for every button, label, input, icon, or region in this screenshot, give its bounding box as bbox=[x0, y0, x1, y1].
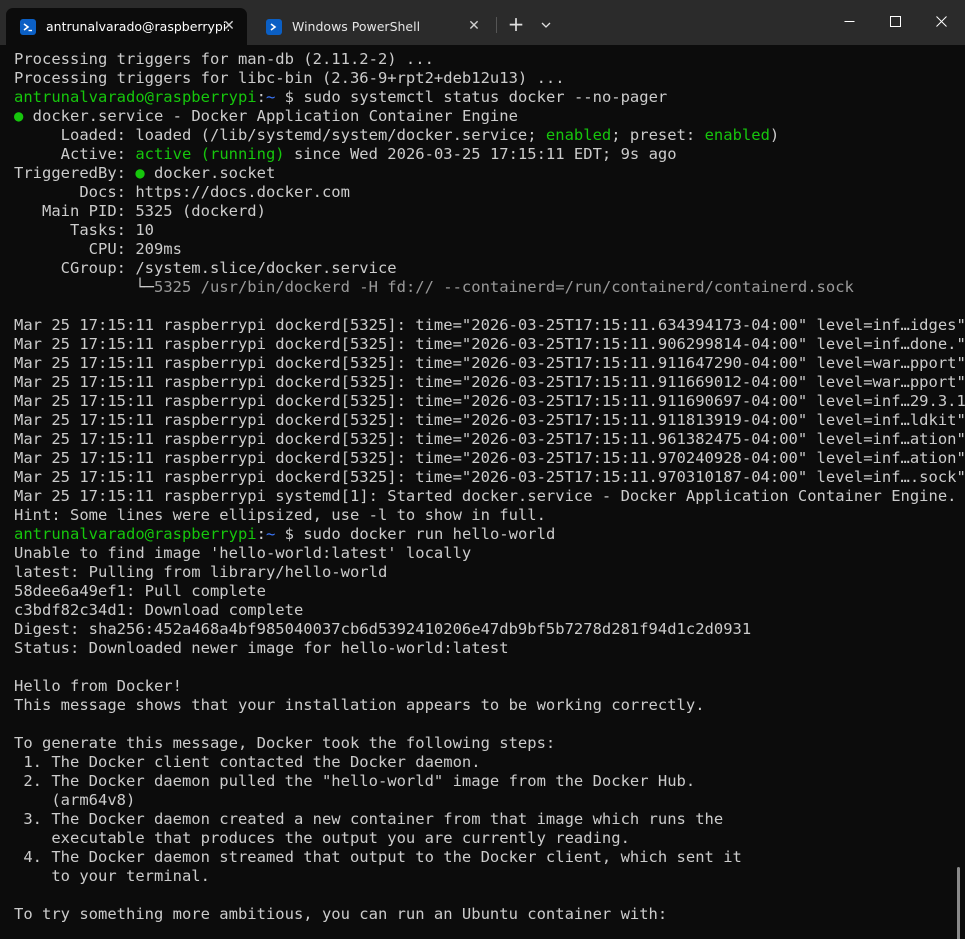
output-line: ● docker.service - Docker Application Co… bbox=[14, 107, 518, 125]
terminal-icon bbox=[20, 18, 36, 35]
close-tab-icon[interactable]: ✕ bbox=[221, 18, 237, 34]
output-line: 3. The Docker daemon created a new conta… bbox=[14, 810, 724, 828]
tab-label: Windows PowerShell bbox=[292, 19, 421, 34]
scrollbar[interactable] bbox=[957, 867, 960, 939]
log-line: Mar 25 17:15:11 raspberrypi dockerd[5325… bbox=[14, 373, 965, 391]
output-line: 2. The Docker daemon pulled the "hello-w… bbox=[14, 772, 696, 790]
chevron-down-icon bbox=[541, 22, 551, 28]
output-line: Hint: Some lines were ellipsized, use -l… bbox=[14, 506, 546, 524]
output-line: Processing triggers for man-db (2.11.2-2… bbox=[14, 50, 434, 68]
output-line: To generate this message, Docker took th… bbox=[14, 734, 556, 752]
output-line: executable that produces the output you … bbox=[14, 829, 630, 847]
output-line: c3bdf82c34d1: Download complete bbox=[14, 601, 304, 619]
log-line: Mar 25 17:15:11 raspberrypi dockerd[5325… bbox=[14, 354, 965, 372]
close-icon bbox=[935, 15, 947, 27]
tab-ubuntu-terminal[interactable]: antrunalvarado@raspberrypi: ✕ bbox=[6, 8, 247, 45]
output-line: Active: active (running) since Wed 2026-… bbox=[14, 145, 677, 163]
log-line: Mar 25 17:15:11 raspberrypi dockerd[5325… bbox=[14, 468, 965, 486]
new-tab-button[interactable]: + bbox=[503, 12, 529, 38]
output-line: This message shows that your installatio… bbox=[14, 696, 705, 714]
output-line: (arm64v8) bbox=[14, 791, 136, 809]
output-line: Status: Downloaded newer image for hello… bbox=[14, 639, 509, 657]
close-tab-icon[interactable]: ✕ bbox=[466, 18, 482, 34]
minimize-button[interactable] bbox=[826, 0, 872, 42]
status-dot-icon: ● bbox=[14, 107, 24, 125]
log-line: Mar 25 17:15:11 raspberrypi dockerd[5325… bbox=[14, 392, 965, 410]
terminal-output[interactable]: Processing triggers for man-db (2.11.2-2… bbox=[0, 45, 965, 939]
output-line: Hello from Docker! bbox=[14, 677, 182, 695]
log-line: Mar 25 17:15:11 raspberrypi dockerd[5325… bbox=[14, 411, 965, 429]
output-line: CGroup: /system.slice/docker.service bbox=[14, 259, 397, 277]
output-line: To try something more ambitious, you can… bbox=[14, 905, 668, 923]
title-bar: antrunalvarado@raspberrypi: ✕ Windows Po… bbox=[0, 0, 965, 45]
prompt-path: ~ bbox=[265, 88, 276, 106]
prompt-colon: : bbox=[256, 88, 266, 106]
powershell-icon bbox=[266, 18, 282, 35]
log-line: Mar 25 17:15:11 raspberrypi dockerd[5325… bbox=[14, 335, 965, 353]
output-line: CPU: 209ms bbox=[14, 240, 182, 258]
log-line: Mar 25 17:15:11 raspberrypi dockerd[5325… bbox=[14, 316, 965, 334]
tab-label: antrunalvarado@raspberrypi: bbox=[46, 19, 231, 34]
prompt-path: ~ bbox=[265, 525, 276, 543]
output-line: Digest: sha256:452a468a4bf985040037cb6d5… bbox=[14, 620, 752, 638]
prompt-user: antrunalvarado@raspberrypi bbox=[14, 88, 257, 106]
output-line: Loaded: loaded (/lib/systemd/system/dock… bbox=[14, 126, 780, 144]
prompt-colon: : bbox=[256, 525, 266, 543]
output-line: └─5325 /usr/bin/dockerd -H fd:// --conta… bbox=[14, 278, 854, 296]
tab-windows-powershell[interactable]: Windows PowerShell ✕ bbox=[252, 8, 492, 45]
output-line: Docs: https://docs.docker.com bbox=[14, 183, 350, 201]
output-line: Main PID: 5325 (dockerd) bbox=[14, 202, 266, 220]
maximize-icon bbox=[889, 15, 901, 27]
prompt-command: $ sudo docker run hello-world bbox=[275, 525, 556, 543]
prompt-command: $ sudo systemctl status docker --no-page… bbox=[275, 88, 668, 106]
output-line: Unable to find image 'hello-world:latest… bbox=[14, 544, 472, 562]
output-line: TriggeredBy: ● docker.socket bbox=[14, 164, 276, 182]
tab-divider bbox=[496, 17, 497, 33]
output-line: Tasks: 10 bbox=[14, 221, 154, 239]
status-dot-icon: ● bbox=[135, 164, 145, 182]
minimize-icon bbox=[844, 20, 854, 22]
output-line: 4. The Docker daemon streamed that outpu… bbox=[14, 848, 742, 866]
prompt-user: antrunalvarado@raspberrypi bbox=[14, 525, 257, 543]
prompt-line: antrunalvarado@raspberrypi:~ $ sudo syst… bbox=[14, 88, 965, 107]
prompt-line: antrunalvarado@raspberrypi:~ $ sudo dock… bbox=[14, 525, 965, 544]
close-window-button[interactable] bbox=[918, 0, 964, 42]
log-line: Mar 25 17:15:11 raspberrypi dockerd[5325… bbox=[14, 449, 965, 467]
output-line: 58dee6a49ef1: Pull complete bbox=[14, 582, 266, 600]
output-line: latest: Pulling from library/hello-world bbox=[14, 563, 388, 581]
output-line: 1. The Docker client contacted the Docke… bbox=[14, 753, 481, 771]
output-line: Processing triggers for libc-bin (2.36-9… bbox=[14, 69, 565, 87]
log-line: Mar 25 17:15:11 raspberrypi dockerd[5325… bbox=[14, 430, 965, 448]
output-line: to your terminal. bbox=[14, 867, 210, 885]
tab-dropdown-button[interactable] bbox=[533, 12, 559, 38]
maximize-button[interactable] bbox=[872, 0, 918, 42]
log-line: Mar 25 17:15:11 raspberrypi systemd[1]: … bbox=[14, 487, 957, 505]
